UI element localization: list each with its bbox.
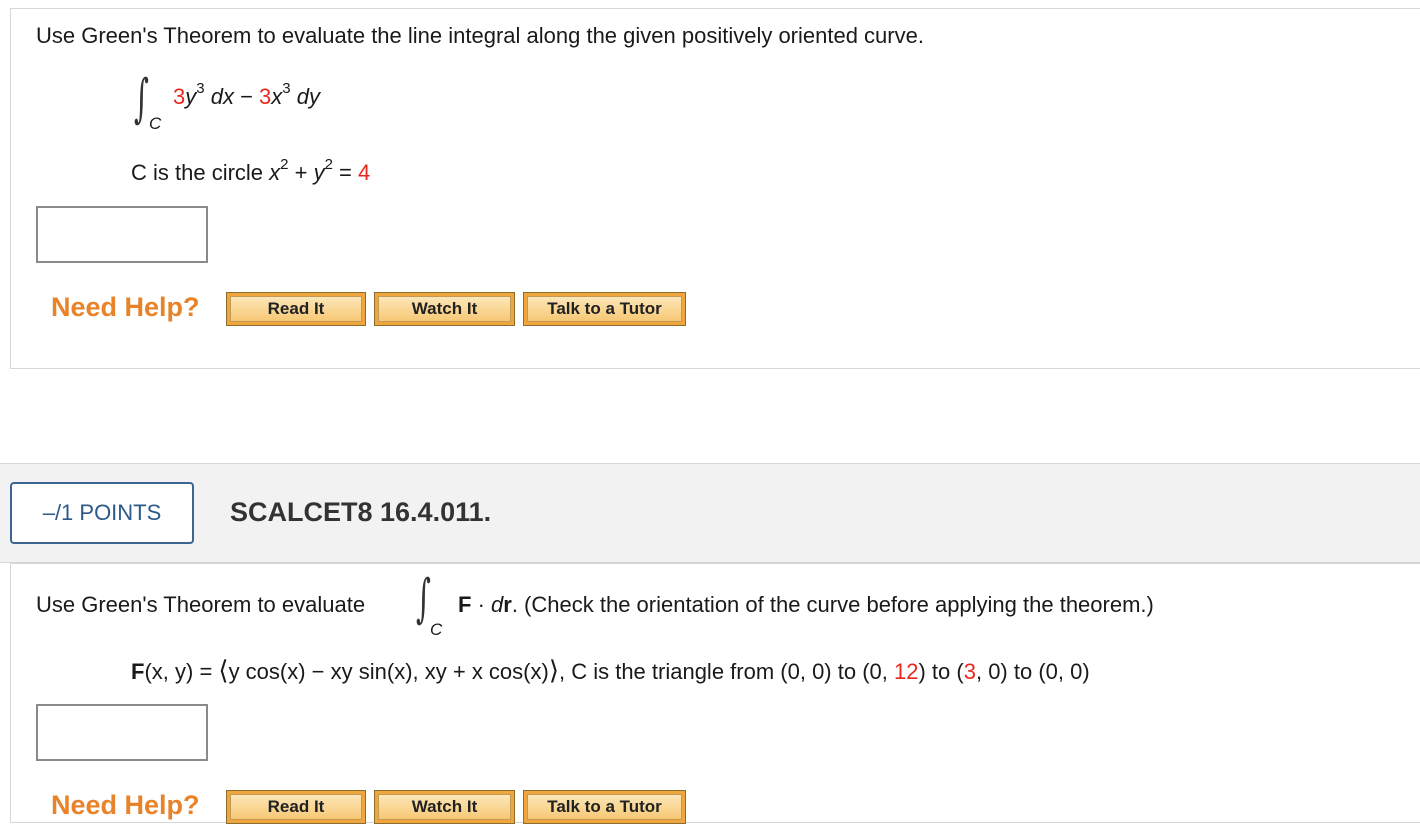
points-badge[interactable]: –/1 POINTS [10,482,194,544]
line-integral-expression: 3y3 dx − 3x3 dy [173,81,320,110]
term2-differential: dy [290,84,320,109]
integral-subscript-2: C [430,620,443,639]
need-help-label: Need Help? [51,292,200,322]
question-2-integrand: F · dr. (Check the orientation of the cu… [458,592,1154,618]
question-1-prompt: Use Green's Theorem to evaluate the line… [36,23,924,48]
circle-prefix: C is the circle [131,160,270,185]
talk-to-tutor-button-2[interactable]: Talk to a Tutor [523,790,686,824]
read-it-button[interactable]: Read It [226,292,366,326]
answer-input-2[interactable] [36,704,208,761]
triangle-y-vertex: 12 [894,659,919,684]
circle-y-exponent: 2 [324,155,333,173]
curve-description: C is the circle x2 + y2 = 4 [131,157,371,186]
right-angle-bracket: ⟩ [548,655,559,685]
triangle-end: , 0) to (0, 0) [975,659,1090,684]
triangle-x-vertex: 3 [963,659,976,684]
field-args: (x, y) = [144,659,219,684]
triangle-prefix: , C is the triangle from (0, 0) to (0, [558,659,894,684]
term2-exponent: 3 [282,79,291,97]
question-2-header [0,463,1420,563]
talk-to-tutor-label-2: Talk to a Tutor [527,794,682,820]
watch-it-button[interactable]: Watch It [374,292,515,326]
circle-x-exponent: 2 [280,155,289,173]
differential-r: r [503,592,512,617]
question-2-note: . (Check the orientation of the curve be… [511,592,1154,617]
vector-field-definition: F(x, y) = ⟨y cos(x) − xy sin(x), xy + x … [131,655,1090,686]
dot-operator: · [471,592,492,617]
field-F-label: F [131,659,145,684]
vector-field-F: F [458,592,472,617]
answer-input-1[interactable] [36,206,208,263]
differential-d: d [491,592,504,617]
question-2-prompt: Use Green's Theorem to evaluate [36,592,366,617]
talk-to-tutor-label: Talk to a Tutor [527,296,682,322]
circle-radius-squared: 4 [358,160,371,185]
question-1-panel [10,8,1420,369]
circle-plus: + [288,160,314,185]
read-it-label-2: Read It [230,794,362,820]
term1-exponent: 3 [196,79,205,97]
read-it-label: Read It [230,296,362,322]
term1-coefficient: 3 [173,84,186,109]
term1-differential: dx [204,84,234,109]
term1-variable: y [185,84,197,109]
need-help-label-2: Need Help? [51,790,200,820]
problem-id: SCALCET8 16.4.011. [230,497,492,527]
term2-variable: x [271,84,283,109]
integral-sign: ∫ [134,69,149,129]
integral-subscript: C [149,114,162,133]
minus-sign: − [233,84,260,109]
term2-coefficient: 3 [259,84,272,109]
circle-equals: = [332,160,358,185]
triangle-mid: ) to ( [918,659,964,684]
integral-sign-2: ∫ [416,569,431,629]
read-it-button-2[interactable]: Read It [226,790,366,824]
watch-it-label-2: Watch It [378,794,511,820]
left-angle-bracket: ⟨ [218,655,229,685]
circle-x: x [269,160,281,185]
field-components: y cos(x) − xy sin(x), xy + x cos(x) [228,659,549,684]
watch-it-button-2[interactable]: Watch It [374,790,515,824]
talk-to-tutor-button[interactable]: Talk to a Tutor [523,292,686,326]
watch-it-label: Watch It [378,296,511,322]
circle-y: y [313,160,325,185]
